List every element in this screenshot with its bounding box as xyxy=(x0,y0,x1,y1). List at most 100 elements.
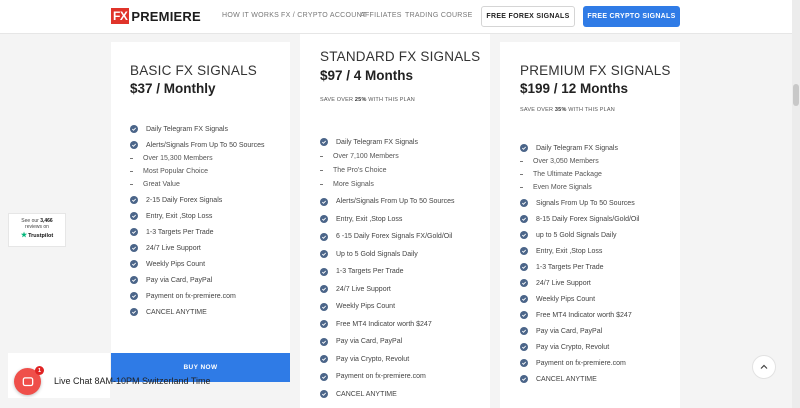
feature-text: Weekly Pips Count xyxy=(536,295,596,303)
feature-item: 8-15 Daily Forex Signals/Gold/Oil xyxy=(520,214,640,224)
feature-item: Most Popular Choice xyxy=(130,166,208,176)
feature-text: Weekly Pips Count xyxy=(146,260,206,268)
feature-item: Entry, Exit ,Stop Loss xyxy=(130,211,212,221)
feature-text: The Pro's Choice xyxy=(333,166,387,174)
feature-item: Payment on fx-premiere.com xyxy=(520,358,626,368)
feature-item: up to 5 Gold Signals Daily xyxy=(520,230,617,240)
trustpilot-widget[interactable]: See our 3,466 reviews on ★ Trustpilot xyxy=(8,213,66,247)
feature-item: Free MT4 Indicator worth $247 xyxy=(520,310,632,320)
feature-item: 1-3 Targets Per Trade xyxy=(520,262,604,272)
plan-price: $37 / Monthly xyxy=(130,81,216,96)
scrollbar-thumb[interactable] xyxy=(793,84,799,106)
feature-text: 1-3 Targets Per Trade xyxy=(336,268,404,275)
feature-item: The Pro's Choice xyxy=(320,165,386,175)
dash-icon xyxy=(130,170,133,172)
feature-text: Pay via Crypto, Revolut xyxy=(336,355,410,363)
feature-text: More Signals xyxy=(333,180,374,188)
feature-text: Free MT4 Indicator worth $247 xyxy=(336,320,432,328)
feature-text: CANCEL ANYTIME xyxy=(336,390,397,398)
feature-text: Daily Telegram FX Signals xyxy=(146,125,228,133)
feature-text: 6 -15 Daily Forex Signals FX/Gold/Oil xyxy=(336,233,453,240)
feature-item: Pay via Crypto, Revolut xyxy=(520,342,609,352)
free-forex-signals-button[interactable]: FREE FOREX SIGNALS xyxy=(481,6,575,27)
check-icon xyxy=(320,355,328,363)
feature-item: 6 -15 Daily Forex Signals FX/Gold/Oil xyxy=(320,232,452,242)
feature-item: Pay via Card, PayPal xyxy=(520,326,602,336)
dash-icon xyxy=(130,157,133,159)
chevron-up-icon xyxy=(760,364,768,369)
scrollbar-track[interactable] xyxy=(792,0,800,408)
feature-text: Alerts/Signals From Up To 50 Sources xyxy=(336,198,455,205)
check-icon xyxy=(320,337,328,346)
feature-text: Pay via Card, PayPal xyxy=(146,276,213,284)
feature-item: 24/7 Live Support xyxy=(520,278,591,288)
feature-item: Payment on fx-premiere.com xyxy=(130,291,236,301)
feature-text: Weekly Pips Count xyxy=(336,303,396,310)
feature-text: Most Popular Choice xyxy=(143,167,208,175)
trustpilot-line2: reviews on xyxy=(25,224,49,230)
feature-item: Even More Signals xyxy=(520,182,592,192)
chat-icon xyxy=(22,376,33,386)
back-to-top-button[interactable] xyxy=(752,355,776,379)
check-icon xyxy=(320,215,328,223)
feature-item: Pay via Card, PayPal xyxy=(320,337,402,347)
free-crypto-signals-button[interactable]: FREE CRYPTO SIGNALS xyxy=(583,6,680,27)
check-icon xyxy=(320,390,328,398)
feature-item: Free MT4 Indicator worth $247 xyxy=(320,319,432,329)
dash-icon xyxy=(520,160,523,162)
check-icon xyxy=(520,263,528,271)
feature-text: 24/7 Live Support xyxy=(336,285,391,293)
feature-text: Free MT4 Indicator worth $247 xyxy=(536,311,632,319)
feature-text: 1-3 Targets Per Trade xyxy=(536,263,604,271)
feature-text: Great Value xyxy=(143,180,180,188)
check-icon xyxy=(520,215,528,223)
check-icon xyxy=(520,311,528,319)
feature-text: The Ultimate Package xyxy=(533,170,602,178)
check-icon xyxy=(320,138,328,146)
feature-item: Over 15,300 Members xyxy=(130,153,213,163)
trustpilot-star-icon: ★ xyxy=(20,232,28,239)
feature-text: CANCEL ANYTIME xyxy=(146,308,207,316)
nav-how-it-works[interactable]: HOW IT WORKS xyxy=(222,12,279,19)
dash-icon xyxy=(320,183,323,185)
check-icon xyxy=(520,231,528,239)
feature-item: Signals From Up To 50 Sources xyxy=(520,198,635,208)
feature-item: CANCEL ANYTIME xyxy=(320,389,397,399)
check-icon xyxy=(520,279,528,287)
check-icon xyxy=(130,228,138,236)
nav-fx-crypto-account[interactable]: FX / CRYPTO ACCOUNT xyxy=(281,12,367,19)
plan-savings: SAVE OVER 25% WITH THIS PLAN xyxy=(320,97,415,103)
site-header: FX PREMIERE HOW IT WORKS FX / CRYPTO ACC… xyxy=(0,0,800,34)
dash-icon xyxy=(520,173,523,175)
nav-trading-course[interactable]: TRADING COURSE xyxy=(405,12,473,19)
feature-item: CANCEL ANYTIME xyxy=(520,374,597,384)
check-icon xyxy=(130,212,138,220)
check-icon xyxy=(520,199,528,207)
dash-icon xyxy=(130,183,133,185)
feature-text: 24/7 Live Support xyxy=(146,244,201,252)
feature-text: up to 5 Gold Signals Daily xyxy=(536,231,617,239)
nav-affiliates[interactable]: AFFILIATES xyxy=(360,12,402,19)
check-icon xyxy=(320,320,328,328)
feature-item: Great Value xyxy=(130,179,180,189)
check-icon xyxy=(130,292,138,300)
feature-item: Entry, Exit ,Stop Loss xyxy=(520,246,602,256)
feature-item: 24/7 Live Support xyxy=(320,284,391,294)
check-icon xyxy=(320,232,328,241)
plan-card-standard: STANDARD FX SIGNALS $97 / 4 Months SAVE … xyxy=(300,34,490,408)
logo[interactable]: FX PREMIERE xyxy=(111,8,201,24)
feature-item: Up to 5 Gold Signals Daily xyxy=(320,249,418,259)
feature-item: Daily Telegram FX Signals xyxy=(520,143,618,153)
dash-icon xyxy=(320,155,323,157)
check-icon xyxy=(320,197,328,206)
feature-text: Entry, Exit ,Stop Loss xyxy=(146,212,213,220)
feature-text: Payment on fx-premiere.com xyxy=(336,373,426,380)
feature-item: The Ultimate Package xyxy=(520,169,602,179)
logo-text: PREMIERE xyxy=(131,8,201,24)
feature-item: Over 7,100 Members xyxy=(320,151,399,161)
feature-text: Over 7,100 Members xyxy=(333,152,399,160)
plan-card-basic: BASIC FX SIGNALS $37 / Monthly BUY NOW D… xyxy=(111,42,290,382)
check-icon xyxy=(520,343,528,351)
check-icon xyxy=(520,144,528,152)
live-chat-label[interactable]: Live Chat 8AM-10PM Switzerland Time xyxy=(54,376,211,386)
